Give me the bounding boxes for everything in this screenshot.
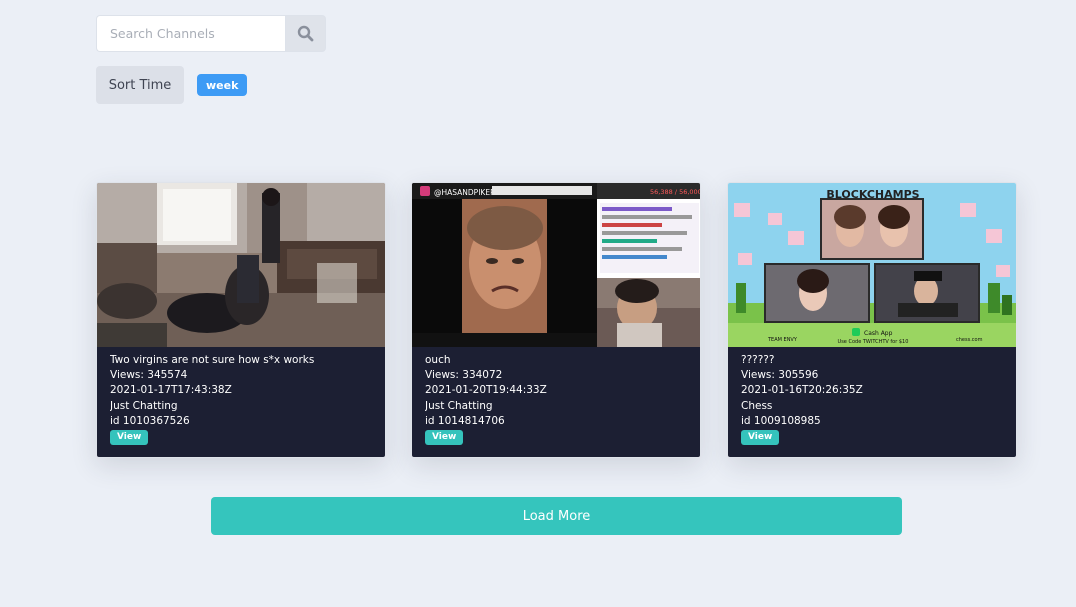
clip-title: ouch <box>425 354 451 366</box>
clip-date: 2021-01-16T20:26:35Z <box>741 384 863 397</box>
page: Sort Time week <box>0 0 1076 607</box>
search-bar <box>96 15 326 52</box>
clip-title: Two virgins are not sure how s*x works <box>110 354 315 366</box>
clip-category: Just Chatting <box>425 399 493 412</box>
clip-views: Views: 305596 <box>741 369 819 382</box>
clip-id: id 1014814706 <box>425 414 505 427</box>
clip-card[interactable]: @HASANDPIKER 56,388 / 56,000 ouch Views:… <box>411 182 701 458</box>
cash-app-icon <box>852 328 860 336</box>
view-button[interactable]: View <box>425 430 464 446</box>
thumbnail-image <box>97 183 385 347</box>
clip-info: Two virgins are not sure how s*x works V… <box>97 347 385 457</box>
clip-info: ?????? Views: 305596 2021-01-16T20:26:35… <box>728 347 1016 457</box>
week-badge[interactable]: week <box>197 74 248 96</box>
clip-date: 2021-01-17T17:43:38Z <box>110 384 232 397</box>
instagram-icon <box>420 186 430 196</box>
search-icon <box>297 25 314 42</box>
thumbnail-counter: 56,388 / 56,000 <box>650 188 700 196</box>
view-button[interactable]: View <box>741 430 780 446</box>
clip-thumbnail[interactable]: BLOCKCHAMPS Cash App Use Code TWITCHTV f <box>728 183 1016 347</box>
clip-date: 2021-01-20T19:44:33Z <box>425 384 547 397</box>
sort-time-button[interactable]: Sort Time <box>96 66 184 104</box>
view-button[interactable]: View <box>110 430 149 446</box>
clip-views: Views: 345574 <box>110 369 188 382</box>
clip-views: Views: 334072 <box>425 369 503 382</box>
search-button[interactable] <box>285 15 326 52</box>
clip-category: Just Chatting <box>110 399 178 412</box>
thumbnail-cash-app: Cash App <box>864 330 893 337</box>
thumbnail-image: @HASANDPIKER 56,388 / 56,000 <box>412 183 700 347</box>
search-input[interactable] <box>96 15 285 52</box>
thumbnail-handle: @HASANDPIKER <box>434 188 495 197</box>
clip-info: ouch Views: 334072 2021-01-20T19:44:33Z … <box>412 347 700 457</box>
clip-title: ?????? <box>741 354 775 366</box>
thumbnail-sponsor-right: chess.com <box>956 337 983 343</box>
sort-row: Sort Time week <box>96 66 248 104</box>
thumbnail-sponsor-left: TEAM ENVY <box>767 337 798 343</box>
clip-card[interactable]: Two virgins are not sure how s*x works V… <box>96 182 386 458</box>
clip-card[interactable]: BLOCKCHAMPS Cash App Use Code TWITCHTV f <box>727 182 1017 458</box>
clip-id: id 1010367526 <box>110 414 190 427</box>
clip-id: id 1009108985 <box>741 414 821 427</box>
clip-thumbnail[interactable]: @HASANDPIKER 56,388 / 56,000 <box>412 183 700 347</box>
thumbnail-promo: Use Code TWITCHTV for $10 <box>838 339 909 345</box>
clip-category: Chess <box>741 399 773 412</box>
thumbnail-image: BLOCKCHAMPS Cash App Use Code TWITCHTV f <box>728 183 1016 347</box>
clip-thumbnail[interactable] <box>97 183 385 347</box>
load-more-button[interactable]: Load More <box>211 497 902 535</box>
